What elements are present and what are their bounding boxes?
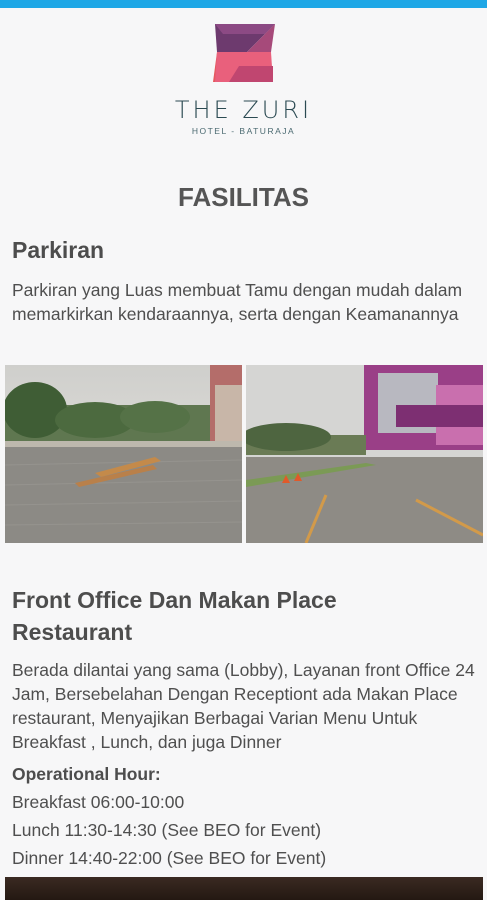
brand-subtitle: HOTEL - BATURAJA (191, 126, 296, 136)
parking-lot-photo (5, 365, 242, 543)
section-title-parkiran: Parkiran (12, 237, 105, 263)
restaurant-photo (5, 877, 483, 900)
hotel-logo: THE ZURI HOTEL - BATURAJA (0, 22, 487, 136)
hours-breakfast: Breakfast 06:00-10:00 (12, 792, 185, 812)
hours-lunch: Lunch 11:30-14:30 (See BEO for Event) (12, 820, 322, 840)
section-description-parkiran: Parkiran yang Luas membuat Tamu dengan m… (12, 280, 463, 324)
hotel-parking-photo (246, 365, 483, 543)
zuri-logo-icon (212, 24, 275, 82)
brand-name: THE ZURI (174, 96, 313, 124)
hours-dinner: Dinner 14:40-22:00 (See BEO for Event) (12, 848, 327, 868)
section-description-front-office: Berada dilantai yang sama (Lobby), Layan… (12, 660, 475, 752)
operational-hour-title: Operational Hour: (12, 764, 161, 784)
section-title-front-office: Front Office Dan Makan Place Restaurant (12, 587, 337, 645)
status-bar (0, 0, 487, 8)
page-title: FASILITAS (178, 182, 309, 212)
